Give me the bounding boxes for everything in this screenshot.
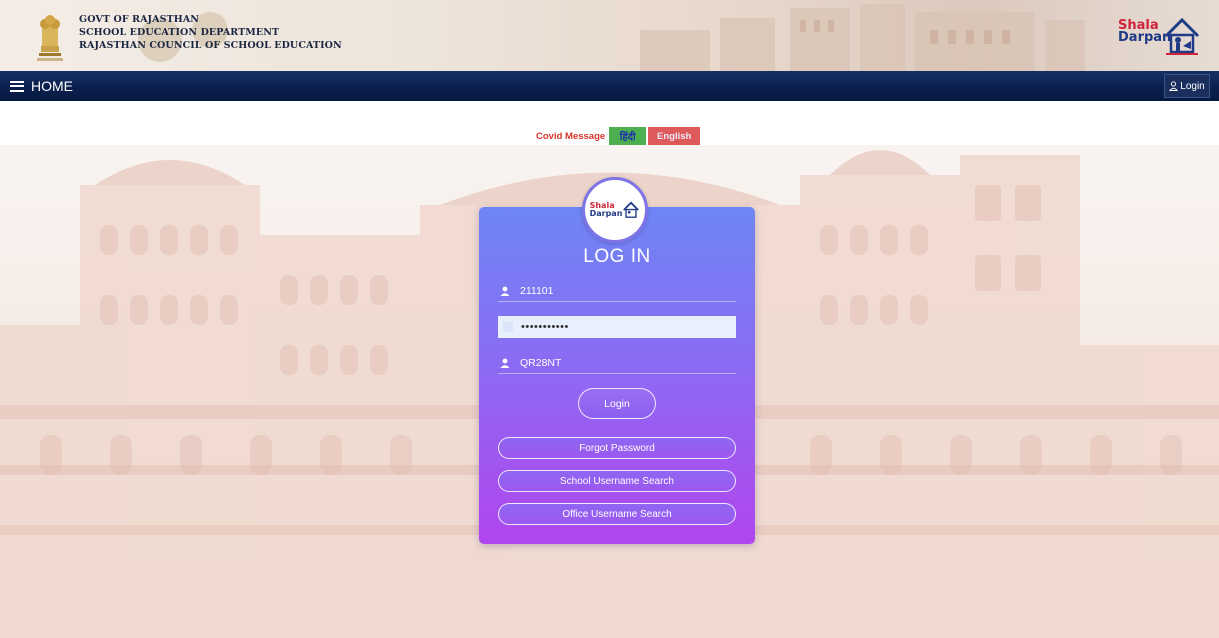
user-icon xyxy=(1169,81,1179,91)
captcha-field[interactable]: QR28NT xyxy=(498,352,736,374)
house-icon xyxy=(1164,17,1200,55)
covid-message-bar: Covid Message हिंदी English xyxy=(0,101,1219,145)
covid-english-button[interactable]: English xyxy=(648,127,701,145)
forgot-password-button[interactable]: Forgot Password xyxy=(498,437,736,459)
login-submit-button[interactable]: Login xyxy=(578,388,656,419)
card-logo-line-2: Darpan xyxy=(589,209,623,218)
shala-darpan-logo: Shala Darpan xyxy=(1118,14,1204,60)
house-icon xyxy=(623,201,640,218)
covid-hindi-button[interactable]: हिंदी xyxy=(609,127,647,145)
user-icon xyxy=(500,286,510,296)
hamburger-menu-icon xyxy=(10,80,24,92)
username-value: 211101 xyxy=(520,284,554,297)
covid-message-label: Covid Message xyxy=(536,130,606,142)
school-username-search-button[interactable]: School Username Search xyxy=(498,470,736,492)
captcha-value: QR28NT xyxy=(520,356,562,369)
login-title: LOG IN xyxy=(583,246,651,267)
org-line-2: SCHOOL EDUCATION DEPARTMENT xyxy=(79,27,280,38)
username-field[interactable]: 211101 xyxy=(498,280,736,302)
org-line-1: GOVT OF RAJASTHAN xyxy=(79,14,200,25)
org-line-3: RAJASTHAN COUNCIL OF SCHOOL EDUCATION xyxy=(79,40,342,51)
lock-icon xyxy=(503,322,513,332)
office-username-search-button[interactable]: Office Username Search xyxy=(498,503,736,525)
password-field[interactable]: ••••••••••• xyxy=(498,316,736,338)
home-nav-button[interactable]: HOME xyxy=(10,75,73,97)
navbar-login-button[interactable]: Login xyxy=(1164,74,1210,98)
login-card-logo: Shala Darpan xyxy=(582,177,648,243)
state-emblem-icon xyxy=(37,15,63,61)
home-label: HOME xyxy=(31,78,73,94)
site-header: GOVT OF RAJASTHAN SCHOOL EDUCATION DEPAR… xyxy=(0,0,1219,71)
navbar-login-label: Login xyxy=(1180,80,1205,92)
organization-name: GOVT OF RAJASTHAN SCHOOL EDUCATION DEPAR… xyxy=(79,13,342,52)
main-navbar: HOME Login xyxy=(0,71,1219,101)
user-icon xyxy=(500,358,510,368)
password-value: ••••••••••• xyxy=(521,321,569,333)
